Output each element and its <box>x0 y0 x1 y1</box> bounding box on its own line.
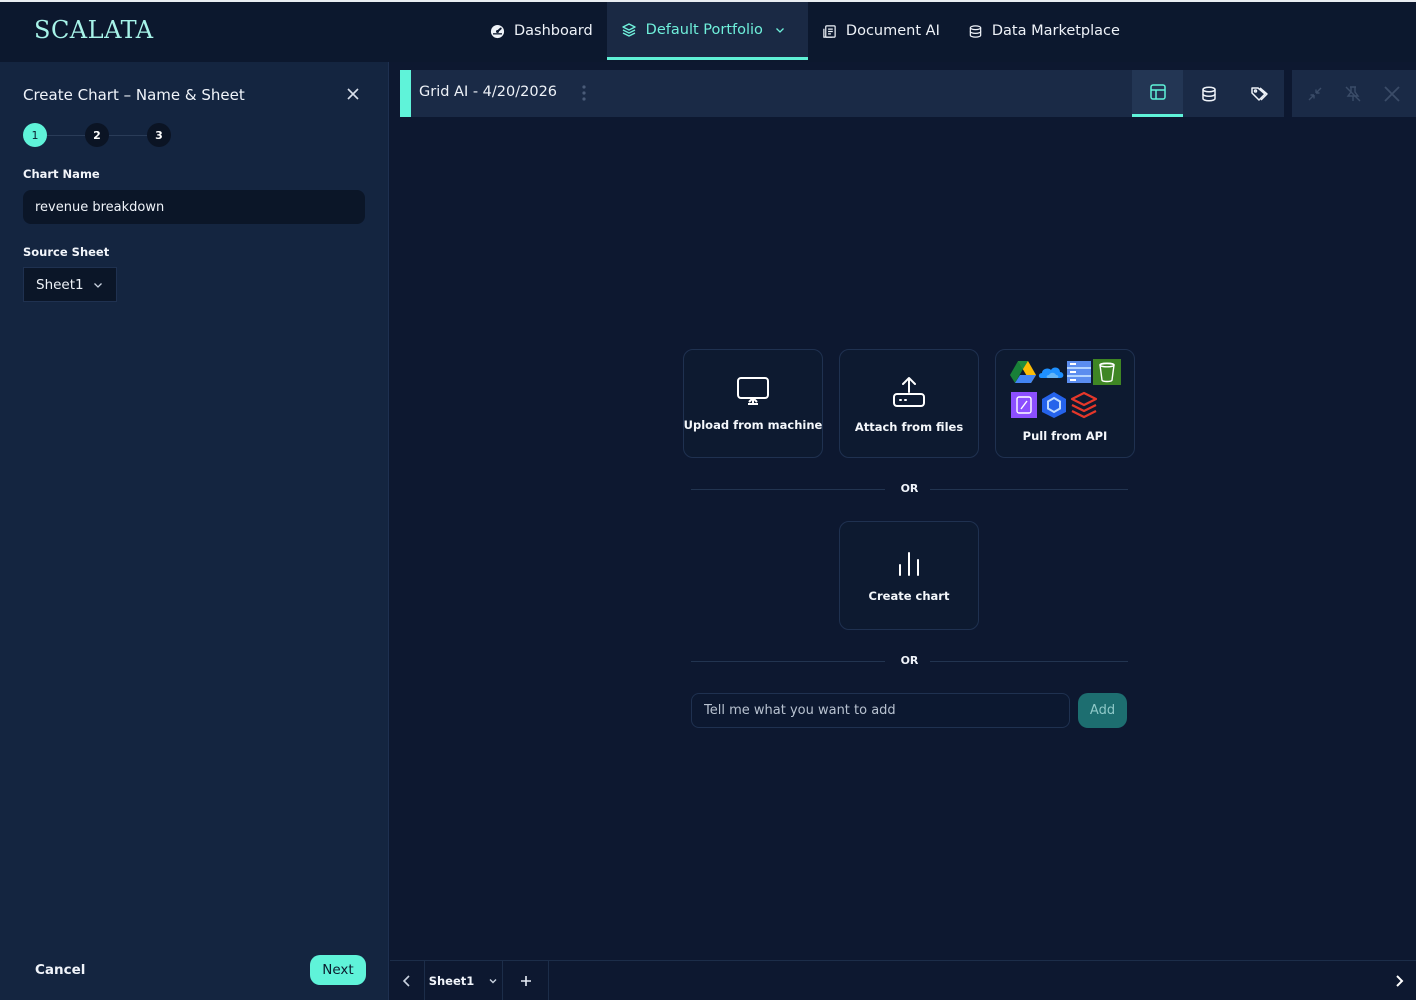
nav-default-portfolio-label: Default Portfolio <box>645 21 763 38</box>
create-chart-card[interactable]: Create chart <box>839 521 979 630</box>
or-divider: OR <box>691 482 1128 496</box>
api-provider-icons <box>1009 358 1121 419</box>
panel-title: Create Chart – Name & Sheet <box>23 86 245 104</box>
chevron-down-icon <box>92 279 104 291</box>
nav-dashboard[interactable]: Dashboard <box>476 2 607 60</box>
nav-document-ai[interactable]: Document AI <box>808 2 954 60</box>
stepper: 1 2 3 <box>23 123 171 147</box>
bar-chart-icon <box>896 549 922 577</box>
nav-data-marketplace[interactable]: Data Marketplace <box>954 2 1134 60</box>
s3-bucket-icon <box>1093 358 1121 385</box>
tags-icon <box>1250 85 1270 103</box>
next-button[interactable]: Next <box>310 955 366 985</box>
tab-accent <box>400 70 411 117</box>
chevron-down-icon <box>774 24 786 36</box>
attach-from-files-label: Attach from files <box>854 419 964 434</box>
upload-from-machine-label: Upload from machine <box>683 417 823 432</box>
database-icon <box>1200 85 1218 103</box>
database-icon <box>968 24 983 39</box>
or-divider: OR <box>691 654 1128 668</box>
document-icon <box>822 24 837 39</box>
table-icon <box>1149 83 1167 101</box>
more-vertical-icon[interactable] <box>581 83 587 103</box>
nav-document-ai-label: Document AI <box>845 23 940 39</box>
step-connector <box>109 134 147 136</box>
main-workspace: Grid AI - 4/20/2026 Upload from machine … <box>390 62 1416 1000</box>
step-2[interactable]: 2 <box>85 123 109 147</box>
sheet-tab[interactable]: Sheet1 <box>424 961 503 1000</box>
add-button[interactable]: Add <box>1078 693 1127 728</box>
plus-icon <box>520 975 532 987</box>
database-view-button[interactable] <box>1183 70 1234 117</box>
chart-name-label: Chart Name <box>23 167 100 181</box>
chart-name-input[interactable] <box>23 190 365 224</box>
unpin-icon[interactable] <box>1344 85 1362 103</box>
prompt-input[interactable] <box>691 693 1070 728</box>
attach-from-files-card[interactable]: Attach from files <box>839 349 979 458</box>
tags-view-button[interactable] <box>1234 70 1285 117</box>
api-icons-row-2 <box>1010 391 1121 419</box>
google-drive-icon <box>1009 359 1037 385</box>
azure-storage-icon <box>1010 391 1038 419</box>
source-sheet-value: Sheet1 <box>36 276 84 293</box>
nav-data-marketplace-label: Data Marketplace <box>991 23 1120 39</box>
hexagon-icon <box>1040 391 1068 419</box>
top-navigation-bar: SCALATA Dashboard Default Portfolio Docu… <box>0 0 1416 62</box>
chevron-left-icon[interactable] <box>402 975 412 987</box>
source-sheet-select[interactable]: Sheet1 <box>23 267 117 302</box>
close-icon[interactable] <box>1383 85 1401 103</box>
step-3[interactable]: 3 <box>147 123 171 147</box>
sheet-tab-label: Sheet1 <box>428 974 475 988</box>
cancel-button[interactable]: Cancel <box>35 962 85 978</box>
app-logo[interactable]: SCALATA <box>34 16 154 46</box>
window-controls <box>1292 70 1416 117</box>
onedrive-icon <box>1037 359 1065 385</box>
source-sheet-label: Source Sheet <box>23 245 110 259</box>
chevron-right-icon[interactable] <box>1394 975 1404 987</box>
divider-line <box>930 661 1128 662</box>
upload-tray-icon <box>892 374 926 408</box>
layers-icon <box>621 22 637 38</box>
upload-from-machine-card[interactable]: Upload from machine <box>683 349 823 458</box>
speedometer-icon <box>490 24 505 39</box>
databricks-icon <box>1070 391 1098 419</box>
add-sheet-button[interactable] <box>503 961 549 1000</box>
pull-from-api-card[interactable]: Pull from API <box>995 349 1135 458</box>
chevron-down-icon <box>488 976 498 986</box>
step-1[interactable]: 1 <box>23 123 47 147</box>
grid-tab-title[interactable]: Grid AI - 4/20/2026 <box>419 84 557 100</box>
collapse-icon[interactable] <box>1307 86 1323 102</box>
divider-line <box>930 489 1128 490</box>
step-connector <box>47 134 85 136</box>
nav-default-portfolio[interactable]: Default Portfolio <box>606 2 808 60</box>
storage-icon <box>1065 359 1093 385</box>
table-view-button[interactable] <box>1132 70 1183 117</box>
close-icon[interactable] <box>346 87 360 101</box>
monitor-icon <box>736 376 770 406</box>
nav-dashboard-label: Dashboard <box>514 23 593 39</box>
pull-from-api-label: Pull from API <box>1022 428 1108 443</box>
grid-tab-bar: Grid AI - 4/20/2026 <box>400 70 1284 117</box>
main-nav: Dashboard Default Portfolio Document AI … <box>476 2 1134 62</box>
create-chart-label: Create chart <box>868 588 950 603</box>
create-chart-panel: Create Chart – Name & Sheet 1 2 3 Chart … <box>0 62 389 1000</box>
sheet-tab-bar: Sheet1 <box>390 960 1416 1000</box>
